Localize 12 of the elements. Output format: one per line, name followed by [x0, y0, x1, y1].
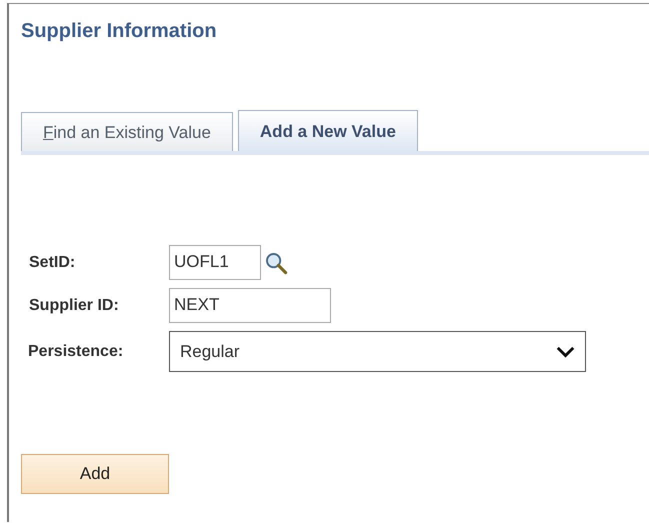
tab[interactable]: Add a New Value	[238, 110, 418, 151]
dropdown[interactable]: Regular	[169, 331, 586, 372]
field-label: Persistence:	[27, 342, 124, 360]
tab[interactable]: Find an Existing Value	[21, 112, 233, 151]
search-icon[interactable]	[264, 250, 288, 274]
chevron-icon	[556, 346, 575, 358]
add-button[interactable]: Add	[21, 454, 169, 494]
field-label: Supplier ID:	[28, 296, 120, 314]
input-field[interactable]: UOFL1	[169, 245, 261, 280]
field-label: SetID:	[28, 254, 76, 272]
input-field[interactable]: NEXT	[169, 288, 331, 323]
page-title: Supplier Information	[21, 20, 217, 43]
